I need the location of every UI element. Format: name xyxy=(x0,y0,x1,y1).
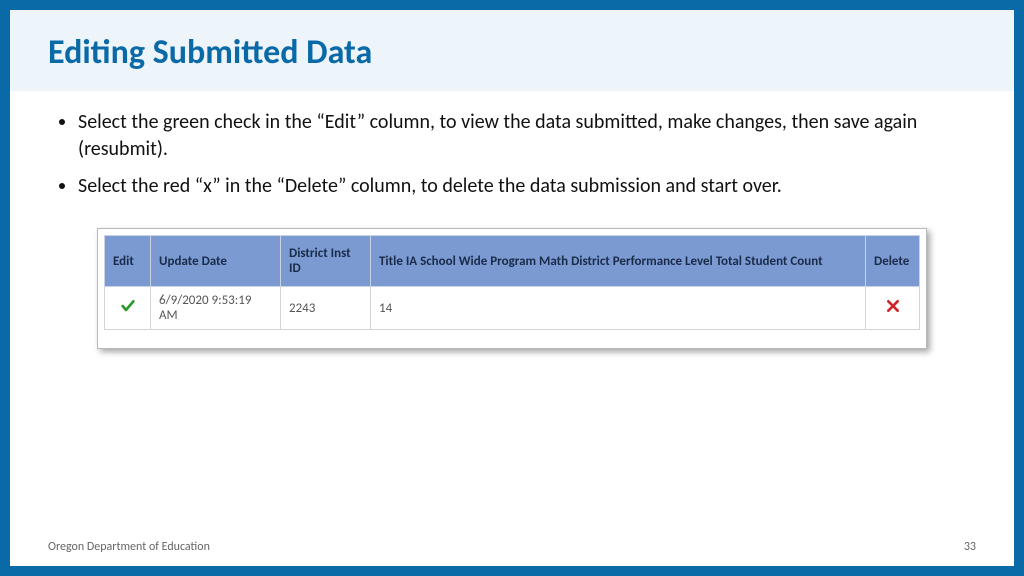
content-area: Select the green check in the “Edit” col… xyxy=(10,91,1014,566)
cell-update-date: 6/9/2020 9:53:19 AM xyxy=(151,287,281,330)
red-x-icon xyxy=(885,298,901,314)
col-header-delete: Delete xyxy=(866,236,920,287)
col-header-edit: Edit xyxy=(105,236,151,287)
submissions-table: Edit Update Date District Inst ID Title … xyxy=(104,235,920,330)
col-header-district-inst-id: District Inst ID xyxy=(281,236,371,287)
table-row: 6/9/2020 9:53:19 AM 2243 14 xyxy=(105,287,920,330)
bullet-item: Select the green check in the “Edit” col… xyxy=(78,109,968,163)
cell-district-inst-id: 2243 xyxy=(281,287,371,330)
cell-count: 14 xyxy=(371,287,866,330)
footer-page-number: 33 xyxy=(964,540,976,554)
slide-body: Editing Submitted Data Select the green … xyxy=(10,10,1014,566)
col-header-update-date: Update Date xyxy=(151,236,281,287)
data-table-frame: Edit Update Date District Inst ID Title … xyxy=(97,228,927,349)
slide-title: Editing Submitted Data xyxy=(48,32,976,73)
slide-border: Editing Submitted Data Select the green … xyxy=(0,0,1024,576)
delete-cell[interactable] xyxy=(866,287,920,330)
edit-cell[interactable] xyxy=(105,287,151,330)
green-check-icon xyxy=(120,298,136,314)
col-header-count: Title IA School Wide Program Math Distri… xyxy=(371,236,866,287)
footer-org: Oregon Department of Education xyxy=(48,540,210,554)
title-band: Editing Submitted Data xyxy=(10,10,1014,91)
slide-footer: Oregon Department of Education 33 xyxy=(48,540,976,554)
table-header-row: Edit Update Date District Inst ID Title … xyxy=(105,236,920,287)
bullet-item: Select the red “x” in the “Delete” colum… xyxy=(78,173,968,200)
bullet-list: Select the green check in the “Edit” col… xyxy=(56,109,968,200)
